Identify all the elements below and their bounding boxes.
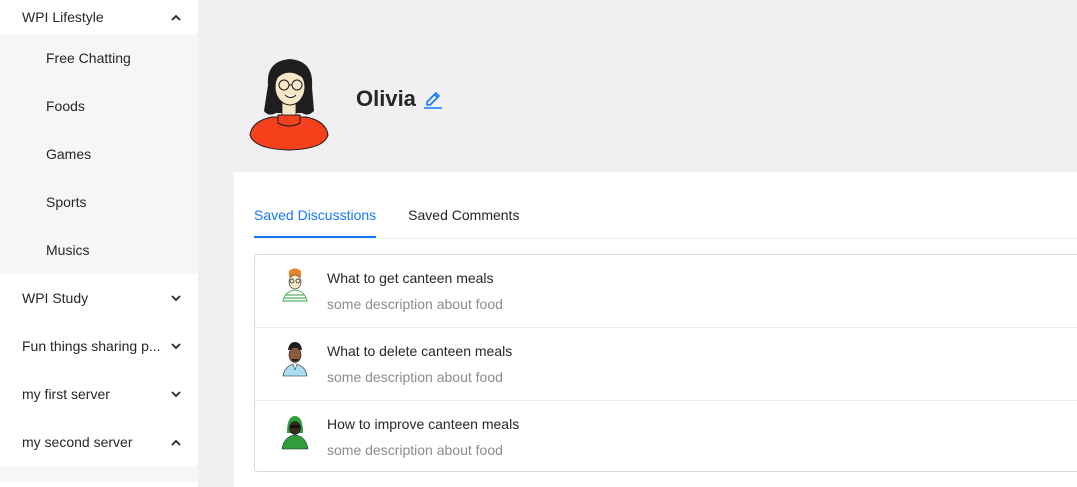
discussion-title: What to get canteen meals — [327, 270, 494, 286]
edit-pencil-icon[interactable] — [422, 87, 444, 109]
sidebar-group-label: WPI Lifestyle — [22, 9, 104, 25]
list-item[interactable]: What to get canteen meals some descripti… — [255, 255, 1077, 328]
saved-tabs: Saved Discusstions Saved Comments — [254, 204, 1077, 239]
sidebar-item-games[interactable]: Games — [0, 130, 198, 178]
chevron-up-icon — [170, 436, 182, 448]
list-item[interactable]: How to improve canteen meals some descri… — [255, 401, 1077, 474]
sidebar-group-my-first-server[interactable]: my first server — [0, 370, 198, 418]
chevron-up-icon — [170, 11, 182, 23]
sidebar-group-wpi-study[interactable]: WPI Study — [0, 274, 198, 322]
sidebar-group-label: my second server — [22, 434, 133, 450]
sidebar-group-my-second-server[interactable]: my second server — [0, 418, 198, 466]
sidebar-item-sports[interactable]: Sports — [0, 178, 198, 226]
main-area: Olivia Saved Discusstions Saved Comments — [198, 0, 1077, 487]
sidebar-item-musics[interactable]: Musics — [0, 226, 198, 274]
profile-header: Olivia — [246, 55, 444, 151]
discussion-list: What to get canteen meals some descripti… — [254, 254, 1077, 472]
tab-saved-comments[interactable]: Saved Comments — [408, 204, 519, 234]
sidebar-item-label: Sports — [46, 194, 87, 210]
sidebar-item-label: Foods — [46, 98, 85, 114]
sidebar-item-label: Musics — [46, 242, 90, 258]
sidebar-group-label: my first server — [22, 386, 110, 402]
sidebar-group-label: WPI Study — [22, 290, 89, 306]
sidebar-item-label: Games — [46, 146, 92, 162]
sidebar-sublist-my-second-server — [0, 466, 198, 482]
discussion-description: some description about food — [327, 442, 503, 458]
woman-glasses-avatar-icon — [282, 268, 308, 302]
user-avatar — [249, 59, 329, 151]
list-item[interactable]: What to delete canteen meals some descri… — [255, 328, 1077, 401]
list-item-text: What to delete canteen meals some descri… — [327, 340, 512, 388]
tab-saved-discussions[interactable]: Saved Discusstions — [254, 204, 377, 238]
list-item-text: What to get canteen meals some descripti… — [327, 267, 503, 315]
man-blue-shirt-avatar-icon — [282, 342, 308, 377]
sidebar-item-label: Free Chatting — [46, 50, 131, 66]
chevron-down-icon — [170, 340, 182, 352]
chevron-down-icon — [170, 292, 182, 304]
sidebar-group-fun-things[interactable]: Fun things sharing p... — [0, 322, 198, 370]
chevron-down-icon — [170, 388, 182, 400]
green-hood-avatar-icon — [281, 416, 309, 450]
discussion-title: What to delete canteen meals — [327, 343, 513, 359]
profile-name: Olivia — [356, 86, 416, 111]
sidebar-sublist-wpi-lifestyle: Free Chatting Foods Games Sports Musics — [0, 34, 198, 274]
discussion-title: How to improve canteen meals — [327, 416, 520, 432]
discussion-description: some description about food — [327, 296, 503, 312]
sidebar-item-foods[interactable]: Foods — [0, 82, 198, 130]
sidebar-group-label: Fun things sharing p... — [22, 338, 161, 354]
sidebar-group-wpi-lifestyle[interactable]: WPI Lifestyle — [0, 0, 198, 34]
saved-content-panel: Saved Discusstions Saved Comments What t… — [234, 172, 1077, 487]
sidebar: WPI Lifestyle Free Chatting Foods Games … — [0, 0, 198, 487]
sidebar-item-free-chatting[interactable]: Free Chatting — [0, 34, 198, 82]
list-item-text: How to improve canteen meals some descri… — [327, 413, 519, 461]
discussion-description: some description about food — [327, 369, 503, 385]
